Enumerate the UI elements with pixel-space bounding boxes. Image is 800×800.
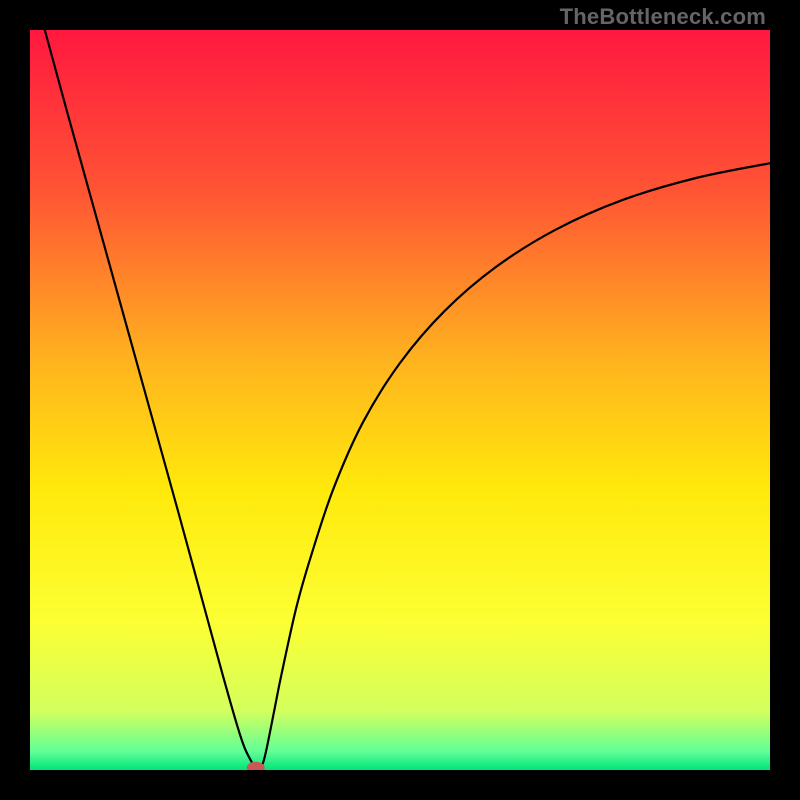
gradient-background	[30, 30, 770, 770]
chart-plot-area	[30, 30, 770, 770]
chart-svg	[30, 30, 770, 770]
watermark-text: TheBottleneck.com	[560, 4, 766, 30]
